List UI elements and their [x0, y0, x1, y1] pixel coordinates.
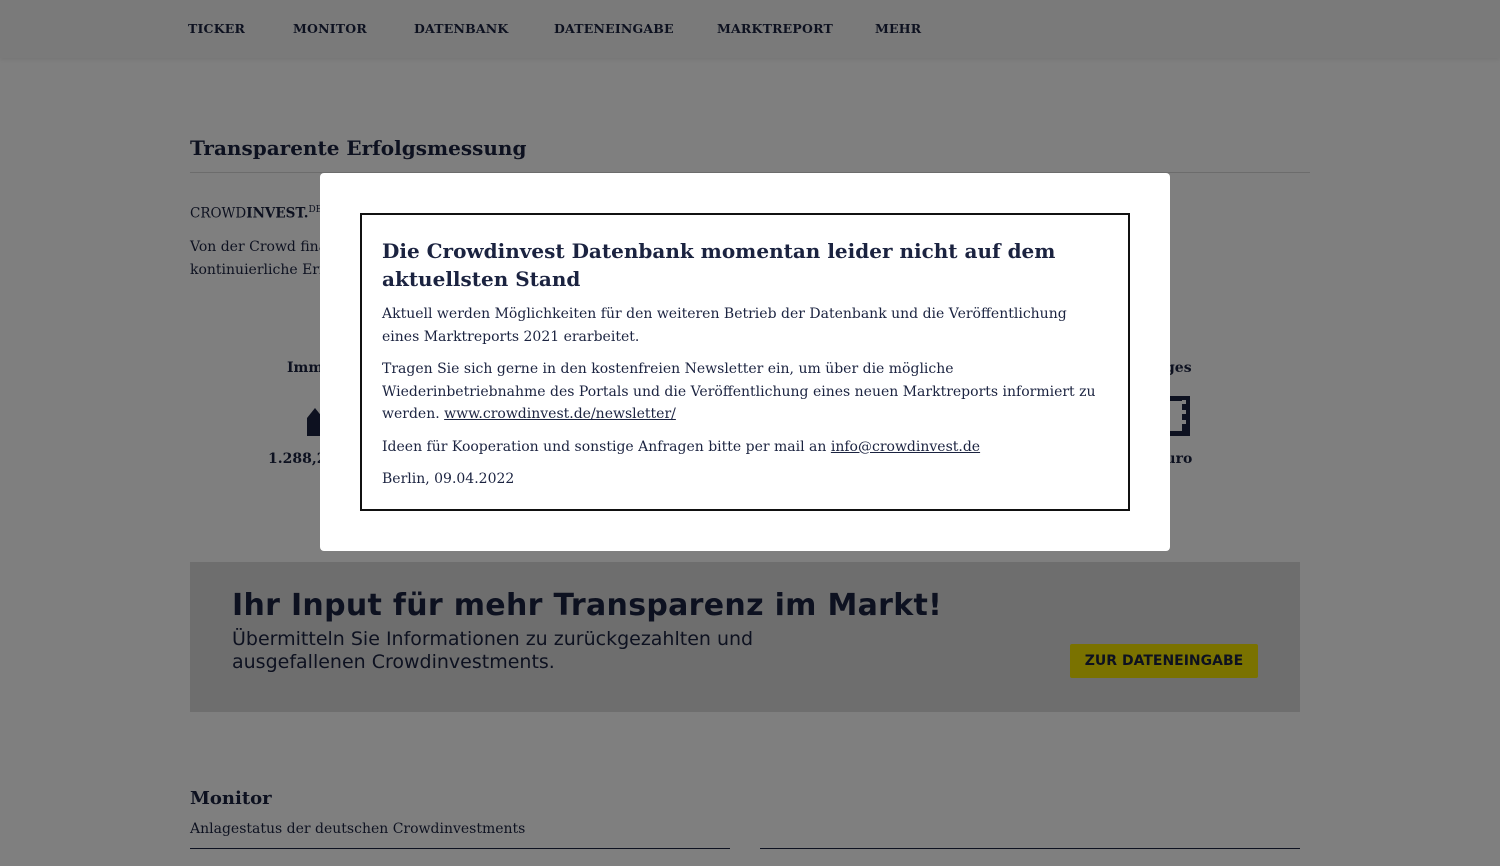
newsletter-link[interactable]: www.crowdinvest.de/newsletter/	[444, 406, 676, 422]
notice-modal: Die Crowdinvest Datenbank momentan leide…	[320, 173, 1170, 551]
modal-paragraph-1: Aktuell werden Möglichkeiten für den wei…	[382, 306, 1067, 345]
modal-paragraph-3: Ideen für Kooperation und sonstige Anfra…	[382, 436, 1108, 459]
modal-content: Die Crowdinvest Datenbank momentan leide…	[360, 213, 1130, 511]
contact-text: Ideen für Kooperation und sonstige Anfra…	[382, 438, 831, 455]
modal-paragraph-2: Tragen Sie sich gerne in den kostenfreie…	[382, 358, 1108, 426]
modal-title: Die Crowdinvest Datenbank momentan leide…	[382, 239, 1056, 291]
email-link[interactable]: info@crowdinvest.de	[831, 439, 980, 455]
modal-date: Berlin, 09.04.2022	[382, 471, 515, 487]
